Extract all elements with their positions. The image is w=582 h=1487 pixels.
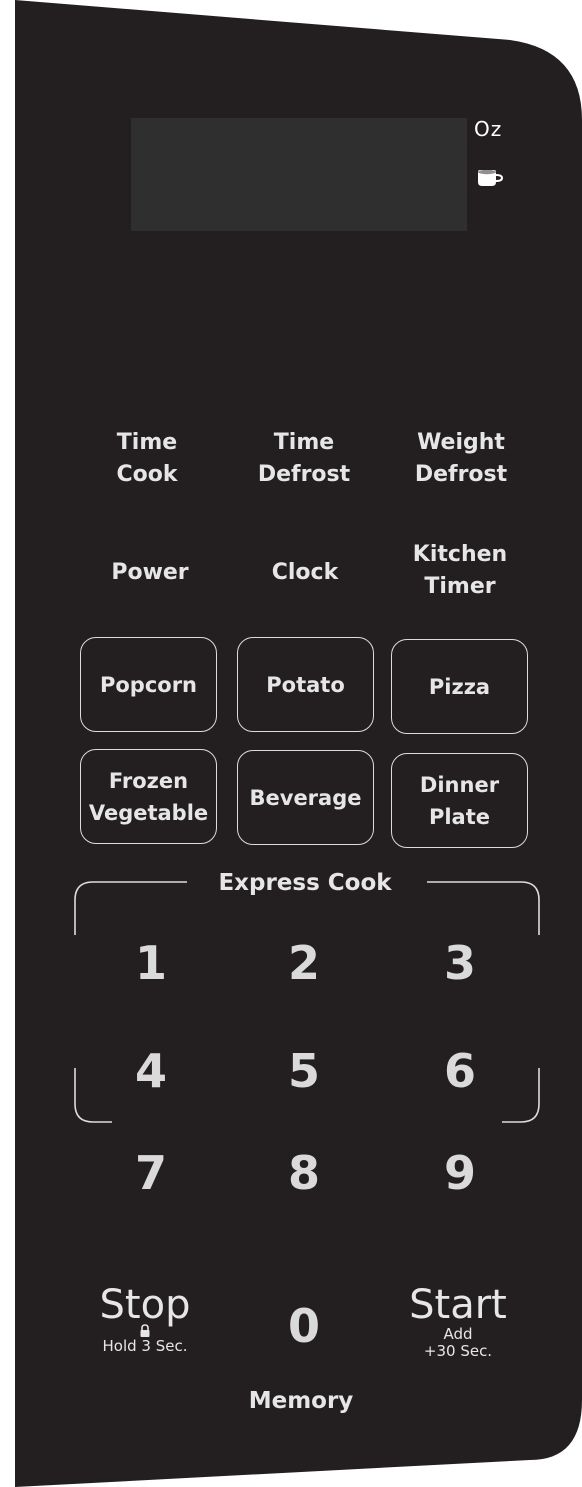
express-cook-bracket — [74, 881, 540, 1123]
key-8[interactable]: 8 — [264, 1148, 344, 1198]
stop-button[interactable]: Stop Hold 3 Sec. — [85, 1284, 205, 1355]
start-30sec-label: +30 Sec. — [423, 1342, 493, 1360]
start-add-label: Add — [443, 1325, 473, 1343]
stop-hold-label: Hold 3 Sec. — [102, 1337, 188, 1355]
key-1[interactable]: 1 — [111, 938, 191, 988]
key-6[interactable]: 6 — [420, 1046, 500, 1096]
key-0[interactable]: 0 — [264, 1301, 344, 1351]
key-2[interactable]: 2 — [264, 938, 344, 988]
key-3[interactable]: 3 — [420, 938, 500, 988]
key-7[interactable]: 7 — [111, 1148, 191, 1198]
key-5[interactable]: 5 — [264, 1046, 344, 1096]
memory-label: Memory — [248, 1388, 354, 1414]
key-9[interactable]: 9 — [420, 1148, 500, 1198]
stop-label: Stop — [99, 1282, 191, 1328]
key-4[interactable]: 4 — [111, 1046, 191, 1096]
express-cook-label: Express Cook — [218, 870, 392, 896]
start-label: Start — [409, 1282, 507, 1328]
start-button[interactable]: Start Add +30 Sec. — [398, 1284, 518, 1360]
